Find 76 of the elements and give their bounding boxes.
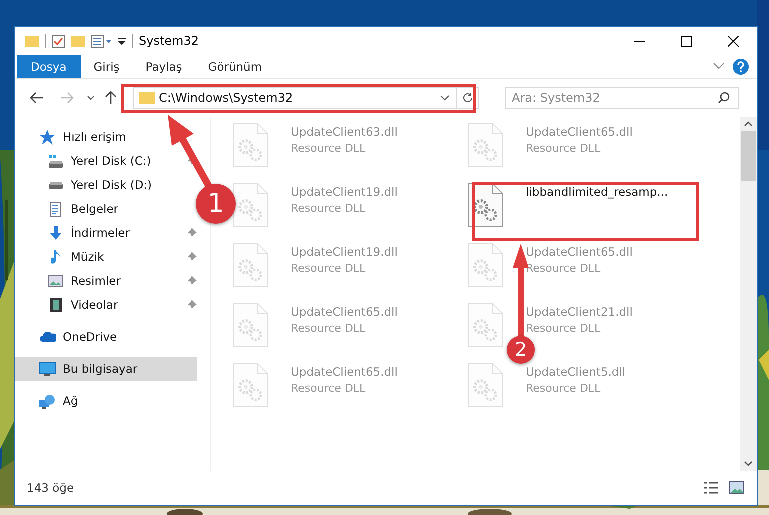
sidebar-item[interactable]: OneDrive <box>15 325 124 349</box>
file-gear-icon <box>468 363 504 408</box>
caret-icon <box>87 96 95 100</box>
pin-icon[interactable] <box>187 300 197 310</box>
file-gear-icon <box>468 243 504 288</box>
file-type: Resource DLL <box>526 322 601 335</box>
address-field[interactable]: C:\Windows\System32 <box>155 91 434 105</box>
ribbon-tab[interactable]: Paylaş <box>132 55 196 78</box>
file-type: Resource DLL <box>291 202 366 215</box>
file-type: Resource DLL <box>291 322 366 335</box>
sidebar-item[interactable]: Resimler <box>15 269 127 293</box>
back-arrow-icon <box>30 92 44 104</box>
film-icon <box>50 298 62 312</box>
down-arrow-icon <box>50 226 62 240</box>
file-gear-icon <box>233 303 269 348</box>
tiles-view-icon[interactable] <box>729 481 745 495</box>
file-gear-icon <box>233 243 269 288</box>
file-type: Resource DLL <box>526 382 601 395</box>
properties-icon[interactable] <box>91 34 112 48</box>
image-icon <box>48 275 63 287</box>
up-arrow-icon <box>105 91 117 105</box>
file-type: Resource DLL <box>526 142 601 155</box>
file-type: Resource DLL <box>526 262 601 275</box>
sidebar-item[interactable]: Yerel Disk (D:) <box>15 173 158 197</box>
ribbon-tab[interactable]: Giriş <box>80 55 133 78</box>
dropdown-icon[interactable] <box>118 38 126 44</box>
checklist-icon[interactable] <box>52 34 65 48</box>
scroll-up-icon[interactable] <box>744 121 753 127</box>
drive-icon <box>48 154 62 168</box>
file-menu-button[interactable]: Dosya <box>17 55 81 78</box>
file-gear-icon <box>233 363 269 408</box>
sidebar-item[interactable]: Bu bilgisayar <box>15 357 197 381</box>
music-note-icon <box>51 250 60 264</box>
window-title: System32 <box>139 34 200 48</box>
file-gear-icon <box>233 123 269 168</box>
item-count: 143 öğe <box>27 481 74 495</box>
folder-icon <box>139 92 155 104</box>
file-type: Resource DLL <box>291 262 366 275</box>
scrollbar[interactable] <box>740 117 757 471</box>
sidebar-item[interactable]: Ağ <box>15 389 84 413</box>
cloud-icon <box>40 332 56 342</box>
help-icon[interactable] <box>733 58 749 74</box>
address-bar[interactable]: C:\Windows\System32 <box>133 87 479 109</box>
file-type: Resource DLL <box>291 382 366 395</box>
network-icon <box>39 394 56 408</box>
close-icon <box>728 36 739 46</box>
search-icon <box>718 92 730 104</box>
file-type: Resource DLL <box>291 142 366 155</box>
sidebar-item[interactable]: Hızlı erişim <box>15 125 132 149</box>
drive-icon <box>48 182 62 188</box>
sidebar-item[interactable]: Müzik <box>15 245 110 269</box>
scroll-down-icon[interactable] <box>744 461 753 467</box>
file-gear-icon <box>233 183 269 228</box>
ribbon-tab[interactable]: Görünüm <box>195 55 276 78</box>
pin-icon[interactable] <box>187 252 197 262</box>
chevron-icon[interactable] <box>713 63 725 70</box>
document-icon <box>50 202 61 216</box>
sidebar-item[interactable]: Belgeler <box>15 197 125 221</box>
refresh-icon <box>462 92 474 104</box>
sidebar-item[interactable]: İndirmeler <box>15 221 136 245</box>
star-icon <box>40 130 55 144</box>
sidebar-item[interactable]: Videolar <box>15 293 124 317</box>
scroll-thumb[interactable] <box>741 131 756 181</box>
details-view-icon[interactable] <box>703 481 719 495</box>
forward-arrow-icon <box>60 92 74 104</box>
file-gear-icon <box>468 123 504 168</box>
dropdown-icon[interactable] <box>440 95 450 101</box>
file-name[interactable]: libbandlimited_resamp... <box>526 185 668 199</box>
maximize-icon <box>681 36 692 46</box>
pin-icon[interactable] <box>187 228 197 238</box>
file-gear-icon <box>468 303 504 348</box>
monitor-icon <box>39 362 56 376</box>
sidebar-item[interactable]: Yerel Disk (C:) <box>15 149 158 173</box>
pin-icon[interactable] <box>187 276 197 286</box>
minimize-icon <box>634 40 645 42</box>
search-box[interactable]: Ara: System32 <box>505 87 739 109</box>
